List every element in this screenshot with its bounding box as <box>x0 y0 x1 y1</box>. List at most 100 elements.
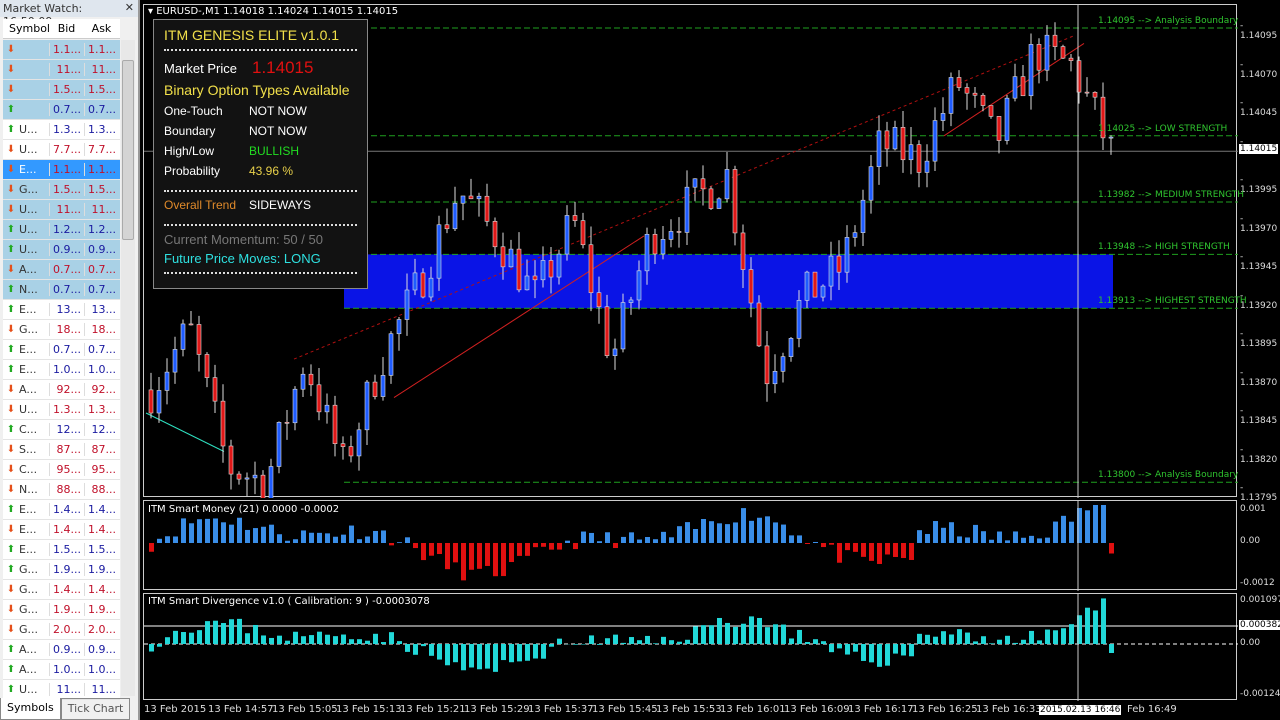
market-watch-row[interactable]: ⬇ G... 1.9... 1.9... <box>3 600 120 620</box>
histogram-bar <box>749 616 754 644</box>
symbol: G... <box>19 583 39 596</box>
price-tick: - 1.13995 <box>1240 175 1278 195</box>
bid: 1.5... <box>49 183 84 196</box>
candle <box>708 188 714 209</box>
market-watch-row[interactable]: ⬆ C... 12... 12... <box>3 420 120 440</box>
histogram-bar <box>773 624 778 644</box>
histogram-bar <box>253 528 258 543</box>
candle <box>252 474 258 479</box>
histogram-bar <box>285 640 290 644</box>
candle <box>484 195 490 222</box>
tab-tick-chart[interactable]: Tick Chart <box>60 698 131 720</box>
histogram-bar <box>941 631 946 644</box>
candle <box>700 178 706 190</box>
level-label: 1.13948 --> HIGH STRENGTH <box>1098 242 1230 253</box>
market-watch-row[interactable]: ⬇ N... 88... 88... <box>3 480 120 500</box>
trend-label: Overall Trend <box>164 198 237 212</box>
market-watch-row[interactable]: ⬇ U... 7.7... 7.7... <box>3 140 120 160</box>
market-watch-row[interactable]: ⬆ G... 1.9... 1.9... <box>3 560 120 580</box>
candle <box>164 371 170 391</box>
market-watch-row[interactable]: ⬇ 1.1... 1.1... <box>3 40 120 60</box>
histogram-bar <box>693 626 698 644</box>
symbol: G... <box>19 603 39 616</box>
histogram-bar <box>525 644 530 661</box>
market-watch-row[interactable]: ⬆ N... 0.7... 0.7... <box>3 280 120 300</box>
candle <box>396 319 402 335</box>
tab-symbols[interactable]: Symbols <box>0 698 61 720</box>
candle <box>404 289 410 320</box>
market-watch-row[interactable]: ⬆ U... 1.3... 1.3... <box>3 120 120 140</box>
market-watch-row[interactable]: ⬇ A... 0.7... 0.7... <box>3 260 120 280</box>
level-label: 1.13800 --> Analysis Boundary <box>1098 470 1239 481</box>
histogram-bar <box>861 543 866 557</box>
candle <box>356 429 362 457</box>
arrow-up-icon: ⬆ <box>6 284 16 295</box>
histogram-bar <box>389 632 394 644</box>
histogram-bar <box>853 644 858 652</box>
market-watch-row[interactable]: ⬇ C... 95... 95... <box>3 460 120 480</box>
market-watch-row[interactable]: ⬆ U... 0.9... 0.9... <box>3 240 120 260</box>
arrow-up-icon: ⬆ <box>6 664 16 675</box>
column-ask[interactable]: Ask <box>84 19 119 38</box>
market-watch-row[interactable]: ⬇ E... 1.1... 1.1... <box>3 160 120 180</box>
close-icon[interactable]: ✕ <box>125 1 134 14</box>
time-tick: 13 Feb 16:17 <box>848 704 914 715</box>
histogram-bar <box>605 532 610 543</box>
candle <box>660 239 666 255</box>
market-watch-row[interactable]: ⬆ E... 0.7... 0.7... <box>3 340 120 360</box>
divergence-window[interactable] <box>143 593 1238 701</box>
market-watch-row[interactable]: ⬆ E... 1.5... 1.5... <box>3 540 120 560</box>
types-heading: Binary Option Types Available <box>164 82 350 98</box>
scrollbar-thumb[interactable] <box>122 60 134 240</box>
arrow-up-icon: ⬆ <box>6 544 16 555</box>
market-watch-row[interactable]: ⬆ E... 1.0... 1.0... <box>3 360 120 380</box>
market-watch-row[interactable]: ⬆ 0.7... 0.7... <box>3 100 120 120</box>
market-watch-row[interactable]: ⬇ S... 87... 87... <box>3 440 120 460</box>
histogram-bar <box>1029 535 1034 543</box>
scrollbar[interactable] <box>121 40 135 696</box>
histogram-bar <box>1037 640 1042 644</box>
market-watch-panel: Market Watch: 16:50:09✕ Symbol Bid Ask ⬇… <box>0 0 140 720</box>
histogram-bar <box>1101 598 1106 644</box>
symbol: E... <box>19 343 37 356</box>
market-watch-row[interactable]: ⬇ G... 2.0... 2.0... <box>3 620 120 640</box>
market-watch-row[interactable]: ⬇ G... 18... 18... <box>3 320 120 340</box>
candle <box>876 130 882 167</box>
candle <box>1028 44 1034 97</box>
histogram-bar <box>277 534 282 543</box>
histogram-bar <box>589 532 594 543</box>
arrow-down-icon: ⬇ <box>6 144 16 155</box>
market-watch-row[interactable]: ⬇ U... 11... 11... <box>3 200 120 220</box>
market-watch-row[interactable]: ⬆ E... 1.4... 1.4... <box>3 500 120 520</box>
candle <box>868 166 874 201</box>
market-watch-row[interactable]: ⬇ E... 1.4... 1.4... <box>3 520 120 540</box>
market-price-label: Market Price <box>164 60 237 76</box>
histogram-bar <box>333 536 338 543</box>
histogram-bar <box>261 526 266 543</box>
candle <box>548 260 554 278</box>
column-symbol[interactable]: Symbol <box>3 19 50 38</box>
market-watch-row[interactable]: ⬆ U... 11... 11... <box>3 680 120 700</box>
market-watch-row[interactable]: ⬇ 11... 11... <box>3 60 120 80</box>
histogram-bar <box>973 524 978 543</box>
time-axis[interactable]: 13 Feb 2015 13 Feb 14:57 13 Feb 15:05 13 Fe… <box>143 702 1280 720</box>
histogram-bar <box>437 543 442 555</box>
market-watch-row[interactable]: ⬆ E... 13... 13... <box>3 300 120 320</box>
column-bid[interactable]: Bid <box>49 19 84 38</box>
market-watch-row[interactable]: ⬆ U... 1.2... 1.2... <box>3 220 120 240</box>
bid: 1.2... <box>49 223 84 236</box>
market-watch-row[interactable]: ⬇ U... 1.3... 1.3... <box>3 400 120 420</box>
option-type-name: Boundary <box>164 124 216 138</box>
time-tick: 13 Feb 16:25 <box>912 704 978 715</box>
market-watch-row[interactable]: ⬇ G... 1.5... 1.5... <box>3 180 120 200</box>
histogram-bar <box>973 641 978 644</box>
time-tick: 13 Feb 15:53 <box>656 704 722 715</box>
market-watch-row[interactable]: ⬆ A... 0.9... 0.9... <box>3 640 120 660</box>
market-watch-row[interactable]: ⬆ A... 1.0... 1.0... <box>3 660 120 680</box>
histogram-bar <box>901 543 906 559</box>
market-watch-row[interactable]: ⬇ A... 92... 92... <box>3 380 120 400</box>
market-watch-row[interactable]: ⬇ 1.5... 1.5... <box>3 80 120 100</box>
trend-line <box>145 412 225 452</box>
market-watch-row[interactable]: ⬇ G... 1.4... 1.4... <box>3 580 120 600</box>
price-axis[interactable]: - 1.14095- 1.14070- 1.14045- 1.14020- 1.… <box>1238 4 1280 503</box>
